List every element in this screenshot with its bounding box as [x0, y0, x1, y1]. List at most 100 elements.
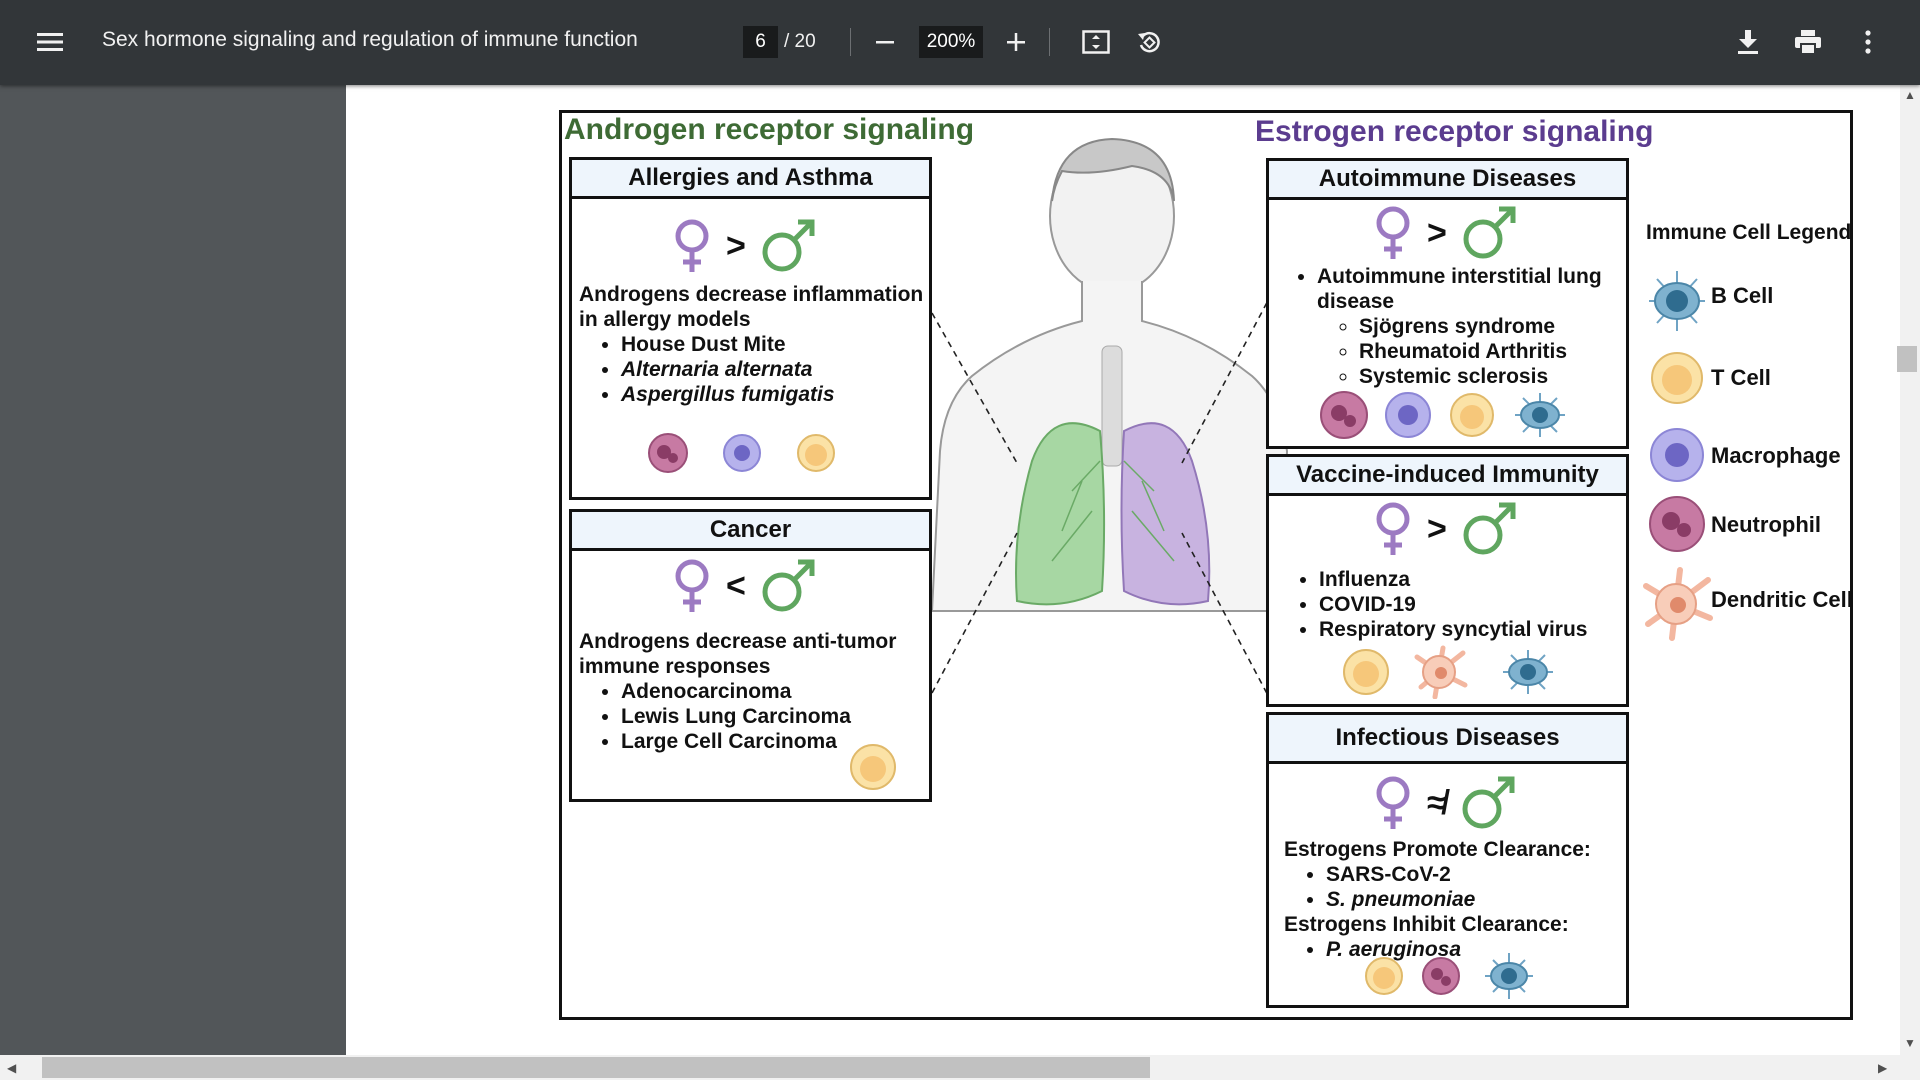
- dendritic-cell-icon: [1414, 645, 1468, 699]
- scroll-up-arrow-icon[interactable]: ▲: [1904, 88, 1916, 102]
- t-cell-icon: [850, 744, 896, 790]
- b-cell-icon: [1649, 271, 1705, 331]
- minus-icon[interactable]: [865, 22, 905, 62]
- b-cell-icon: [1503, 650, 1553, 694]
- estrogen-title: Estrogen receptor signaling: [1255, 115, 1654, 148]
- legend-title: Immune Cell Legend: [1646, 221, 1852, 244]
- toolbar-divider: [1049, 28, 1050, 56]
- sex-comparison: <: [672, 558, 816, 614]
- panel-title: Allergies and Asthma: [572, 160, 929, 199]
- dendritic-cell-icon: [1643, 567, 1713, 641]
- b-cell-icon: [1515, 393, 1565, 437]
- download-icon[interactable]: [1728, 22, 1768, 62]
- panel-title: Vaccine-induced Immunity: [1269, 457, 1626, 496]
- female-symbol-icon: [1376, 502, 1410, 555]
- relation-symbol: >: [1427, 509, 1447, 548]
- figure-diagram: Androgen receptor signaling Estrogen rec…: [559, 110, 1853, 1020]
- list-item: Rheumatoid Arthritis: [1359, 339, 1621, 364]
- panel-allergies: Allergies and Asthma > Androgens decreas…: [569, 157, 932, 500]
- immune-cell-icons: [1365, 953, 1533, 999]
- panel-autoimmune: Autoimmune Diseases > Autoimmune interst…: [1266, 158, 1629, 449]
- female-symbol-icon: [1376, 206, 1410, 259]
- zoom-level-input[interactable]: 200%: [919, 26, 983, 58]
- viewer-background: [0, 85, 346, 1055]
- list-item: Systemic sclerosis: [1359, 364, 1621, 389]
- panel-title: Cancer: [572, 512, 929, 551]
- macrophage-icon: [1650, 428, 1704, 482]
- rotate-counterclockwise-icon[interactable]: [1129, 22, 1169, 62]
- relation-symbol: >: [726, 226, 746, 265]
- panel-text: Androgens decrease anti-tumor immune res…: [579, 629, 924, 754]
- scroll-left-arrow-icon[interactable]: ◀: [7, 1061, 16, 1075]
- toolbar-divider: [850, 28, 851, 56]
- sex-comparison: ≉: [1373, 775, 1516, 831]
- relation-symbol: >: [1427, 213, 1447, 252]
- legend-label-neutrophil: Neutrophil: [1711, 512, 1821, 537]
- scroll-down-arrow-icon[interactable]: ▼: [1904, 1036, 1916, 1050]
- legend-label-macrophage: Macrophage: [1711, 443, 1841, 468]
- panel-cancer: Cancer < Androgens decrease anti-tumor i…: [569, 509, 932, 802]
- list-item: Lewis Lung Carcinoma: [621, 704, 924, 729]
- male-symbol-icon: [1463, 206, 1516, 259]
- male-symbol-icon: [1463, 502, 1516, 555]
- list-item: COVID-19: [1319, 592, 1621, 617]
- panel-intro: Androgens decrease anti-tumor immune res…: [579, 630, 897, 678]
- list-item: Influenza: [1319, 567, 1621, 592]
- legend-label-t-cell: T Cell: [1711, 365, 1771, 390]
- panel-text: Estrogens Promote Clearance: SARS-CoV-2 …: [1284, 837, 1621, 962]
- pdf-page: Androgen receptor signaling Estrogen rec…: [346, 85, 1900, 1055]
- male-symbol-icon: [762, 559, 815, 612]
- immune-cell-icons: [648, 433, 835, 473]
- panel-intro: Androgens decrease inflammation in aller…: [579, 283, 924, 331]
- panel-vaccine: Vaccine-induced Immunity > Influenza COV…: [1266, 454, 1629, 707]
- male-symbol-icon: [1462, 776, 1515, 829]
- hamburger-menu-icon[interactable]: [30, 22, 70, 62]
- list-item: S. pneumoniae: [1326, 887, 1621, 912]
- panel-title: Autoimmune Diseases: [1269, 161, 1626, 200]
- list-item: House Dust Mite: [621, 332, 924, 357]
- list-item: Alternaria alternata: [621, 357, 924, 382]
- immune-cell-icons: [1343, 645, 1553, 699]
- legend-label-b-cell: B Cell: [1711, 283, 1774, 308]
- plus-icon[interactable]: [996, 22, 1036, 62]
- pdf-toolbar: Sex hormone signaling and regulation of …: [0, 0, 1920, 85]
- b-cell-icon: [1485, 953, 1533, 999]
- promote-label: Estrogens Promote Clearance:: [1284, 838, 1591, 861]
- t-cell-icon: [1651, 352, 1703, 404]
- scroll-right-arrow-icon[interactable]: ▶: [1878, 1061, 1887, 1075]
- fit-to-page-icon[interactable]: [1076, 22, 1116, 62]
- list-item: Sjögrens syndrome: [1359, 314, 1621, 339]
- female-symbol-icon: [675, 559, 709, 612]
- panel-text: Autoimmune interstitial lung disease Sjö…: [1269, 264, 1621, 389]
- legend-label-dendritic-cell: Dendritic Cell: [1711, 587, 1853, 612]
- inhibit-label: Estrogens Inhibit Clearance:: [1284, 913, 1569, 936]
- vertical-scrollbar-thumb[interactable]: [1897, 346, 1917, 372]
- androgen-title: Androgen receptor signaling: [564, 113, 975, 146]
- panel-text: Androgens decrease inflammation in aller…: [579, 282, 924, 407]
- neutrophil-icon: [1649, 496, 1705, 552]
- panel-title: Infectious Diseases: [1269, 715, 1626, 764]
- panel-infectious: Infectious Diseases ≉ Estrogens Promote …: [1266, 712, 1629, 1008]
- more-vertical-icon[interactable]: [1848, 22, 1888, 62]
- list-item: Autoimmune interstitial lung disease Sjö…: [1317, 264, 1621, 389]
- sex-comparison: >: [1373, 501, 1517, 557]
- relation-symbol: ≉: [1427, 783, 1446, 822]
- sex-comparison: >: [672, 218, 816, 274]
- document-title: Sex hormone signaling and regulation of …: [102, 28, 638, 51]
- immune-cell-icons: [1320, 391, 1565, 439]
- list-item: Aspergillus fumigatis: [621, 382, 924, 407]
- male-symbol-icon: [762, 219, 815, 272]
- page-total: / 20: [784, 31, 816, 52]
- page-number-input[interactable]: 6: [743, 26, 778, 58]
- relation-symbol: <: [726, 566, 746, 605]
- vertical-scrollbar[interactable]: [1900, 85, 1920, 1055]
- list-item: SARS-CoV-2: [1326, 862, 1621, 887]
- print-icon[interactable]: [1788, 22, 1828, 62]
- sex-comparison: >: [1373, 205, 1517, 261]
- panel-text: Influenza COVID-19 Respiratory syncytial…: [1269, 567, 1621, 642]
- female-symbol-icon: [675, 219, 709, 272]
- list-item: Respiratory syncytial virus: [1319, 617, 1621, 642]
- list-item: Adenocarcinoma: [621, 679, 924, 704]
- female-symbol-icon: [1376, 776, 1410, 829]
- horizontal-scrollbar-thumb[interactable]: [42, 1057, 1150, 1078]
